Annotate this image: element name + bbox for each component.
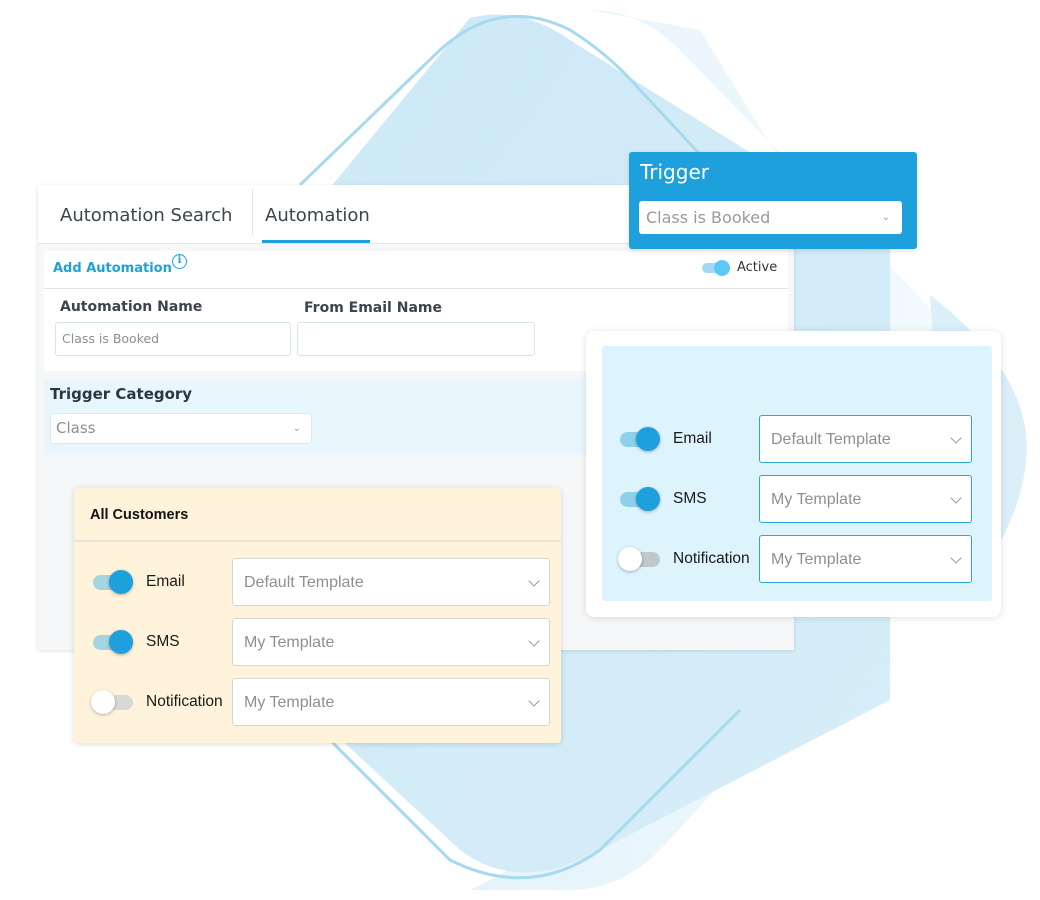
sms-template-value: My Template — [771, 491, 862, 508]
info-icon[interactable]: i — [172, 254, 187, 269]
automation-name-input[interactable]: Class is Booked — [55, 322, 291, 356]
trigger-card: Trigger Class is Booked ⌄ — [629, 152, 917, 249]
toggle-knob — [91, 690, 115, 714]
sms-label: SMS — [673, 490, 707, 507]
email-template-select[interactable]: Default Template — [232, 558, 550, 606]
sms-template-value: My Template — [244, 634, 335, 651]
chevron-down-icon — [528, 695, 540, 707]
notification-settings-panel: Email Default Template SMS My Template N… — [602, 346, 992, 601]
email-row: Email Default Template — [74, 558, 561, 606]
trigger-select[interactable]: Class is Booked ⌄ — [639, 201, 902, 234]
notification-template-value: My Template — [244, 694, 335, 711]
email-label: Email — [673, 430, 712, 447]
active-toggle[interactable] — [702, 260, 732, 276]
active-toggle-knob — [714, 260, 730, 276]
chevron-down-icon: ⌄ — [881, 212, 890, 223]
email-row: Email Default Template — [602, 415, 992, 463]
notification-row: Notification My Template — [74, 678, 561, 726]
email-template-value: Default Template — [771, 431, 891, 448]
all-customers-card: All Customers Email Default Template SMS… — [74, 488, 561, 743]
automation-name-label: Automation Name — [60, 299, 203, 315]
all-customers-title: All Customers — [90, 507, 189, 523]
sms-label: SMS — [146, 633, 180, 650]
active-tab-indicator — [262, 240, 370, 243]
notification-label: Notification — [673, 550, 750, 567]
toggle-knob — [109, 570, 133, 594]
active-label: Active — [737, 260, 778, 275]
email-template-value: Default Template — [244, 574, 364, 591]
notification-label: Notification — [146, 693, 223, 710]
chevron-down-icon — [950, 552, 962, 564]
tab-divider — [252, 189, 253, 235]
sms-toggle[interactable] — [618, 485, 662, 513]
toggle-knob — [109, 630, 133, 654]
trigger-select-value: Class is Booked — [646, 208, 771, 227]
sms-template-select[interactable]: My Template — [759, 475, 972, 523]
email-template-select[interactable]: Default Template — [759, 415, 972, 463]
sms-row: SMS My Template — [602, 475, 992, 523]
notification-toggle[interactable] — [91, 688, 135, 716]
chevron-down-icon — [950, 432, 962, 444]
from-email-name-input[interactable] — [297, 322, 535, 356]
toggle-knob — [636, 427, 660, 451]
chevron-down-icon — [528, 635, 540, 647]
notification-toggle[interactable] — [618, 545, 662, 573]
notification-template-select[interactable]: My Template — [759, 535, 972, 583]
chevron-down-icon — [950, 492, 962, 504]
notification-template-select[interactable]: My Template — [232, 678, 550, 726]
chevron-down-icon: ⌄ — [292, 423, 301, 434]
notification-row: Notification My Template — [602, 535, 992, 583]
add-automation-header: Add Automation i Active — [44, 251, 788, 289]
from-email-name-label: From Email Name — [304, 300, 442, 316]
email-label: Email — [146, 573, 185, 590]
trigger-title: Trigger — [640, 160, 709, 184]
trigger-category-label: Trigger Category — [50, 385, 193, 403]
tab-automation-search[interactable]: Automation Search — [60, 185, 232, 244]
notification-settings-card: Email Default Template SMS My Template N… — [586, 331, 1001, 617]
trigger-category-select[interactable]: Class ⌄ — [50, 413, 312, 444]
add-automation-title: Add Automation — [53, 261, 172, 276]
sms-template-select[interactable]: My Template — [232, 618, 550, 666]
notification-template-value: My Template — [771, 551, 862, 568]
tab-automation[interactable]: Automation — [265, 185, 370, 244]
email-toggle[interactable] — [91, 568, 135, 596]
trigger-category-value: Class — [56, 419, 96, 437]
all-customers-header: All Customers — [74, 488, 561, 542]
toggle-knob — [618, 547, 642, 571]
email-toggle[interactable] — [618, 425, 662, 453]
sms-row: SMS My Template — [74, 618, 561, 666]
toggle-knob — [636, 487, 660, 511]
chevron-down-icon — [528, 575, 540, 587]
sms-toggle[interactable] — [91, 628, 135, 656]
